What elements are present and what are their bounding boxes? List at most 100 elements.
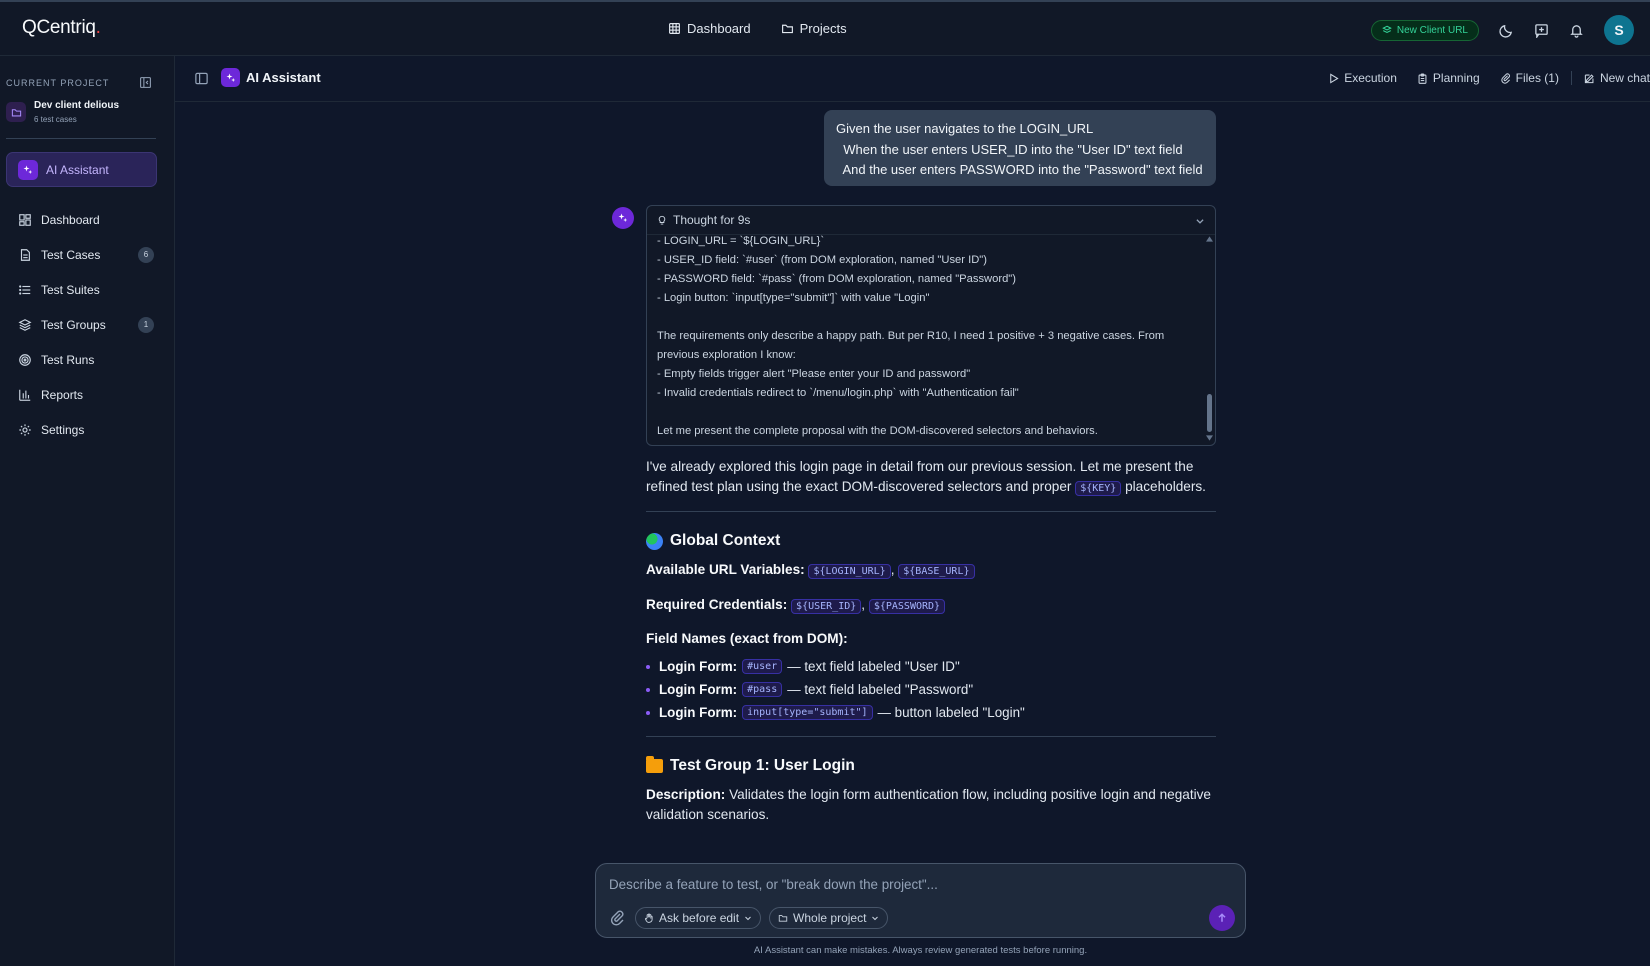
credentials-row: Required Credentials: ${USER_ID}, ${PASS… (646, 595, 1216, 617)
chevron-down-icon (745, 916, 751, 921)
credentials-label: Required Credentials: (646, 597, 788, 612)
sidebar-item-label: Test Cases (41, 247, 101, 262)
topnav-projects-label: Projects (799, 21, 847, 36)
logo-text: QCentriq (22, 17, 96, 38)
topnav-dashboard-label: Dashboard (687, 21, 751, 36)
send-button[interactable] (1209, 905, 1235, 931)
lightbulb-icon (658, 215, 666, 225)
intro-line-2: refined test plan using the exact DOM-di… (646, 477, 1216, 499)
page-title-text: AI Assistant (246, 70, 321, 85)
assistant-response: I've already explored this login page in… (646, 457, 1216, 825)
intro-end-text: placeholders. (1125, 479, 1206, 494)
assistant-avatar (612, 207, 634, 229)
panel-toggle-icon[interactable] (194, 71, 209, 86)
header-separator (1570, 71, 1572, 85)
logo-dot: . (95, 17, 101, 38)
scroll-down-arrow-icon[interactable] (1206, 435, 1213, 441)
field-label: Login Form: (659, 659, 738, 674)
message-composer: Ask before edit Whole project (595, 863, 1246, 938)
test-cases-count-badge: 6 (138, 246, 154, 263)
planning-button[interactable]: Planning (1417, 71, 1480, 85)
thought-content: - LOGIN_URL = `${LOGIN_URL}` - USER_ID f… (657, 232, 1202, 441)
user-avatar[interactable]: S (1604, 15, 1634, 45)
thought-title: Thought for 9s (673, 213, 751, 227)
intro-paragraph: I've already explored this login page in… (646, 457, 1216, 499)
layers-icon (1381, 25, 1392, 34)
thought-scrollbar[interactable] (1207, 394, 1212, 432)
current-project-card[interactable]: Dev client delious 6 test cases (6, 100, 119, 124)
execution-button[interactable]: Execution (1328, 71, 1397, 85)
top-nav: Dashboard Projects (668, 21, 847, 36)
bullet (646, 687, 650, 692)
chevron-down-icon[interactable] (1195, 216, 1205, 226)
heading-text: Global Context (670, 532, 781, 549)
global-context-heading: Global Context (646, 532, 1216, 550)
app-logo[interactable]: QCentriq. (22, 17, 101, 39)
files-label: Files (1) (1515, 71, 1559, 85)
current-project-label: CURRENT PROJECT (6, 78, 110, 88)
execution-label: Execution (1344, 71, 1397, 85)
sidebar-divider (6, 138, 156, 139)
moon-icon[interactable] (1499, 23, 1514, 38)
thought-line: - PASSWORD field: `#pass` (from DOM expl… (657, 273, 1016, 285)
sidebar-item-label: Test Suites (41, 282, 100, 297)
edit-mode-dropdown[interactable]: Ask before edit (635, 907, 762, 929)
bell-icon[interactable] (1569, 23, 1584, 38)
folder-icon (778, 915, 788, 922)
sidebar-item-ai-assistant[interactable]: AI Assistant (6, 152, 157, 187)
field-desc: — button labeled "Login" (877, 705, 1025, 720)
test-group-heading: Test Group 1: User Login (646, 756, 1216, 775)
sidebar-item-label: Test Runs (41, 352, 95, 367)
scroll-up-arrow-icon[interactable] (1206, 236, 1213, 242)
scope-dropdown[interactable]: Whole project (769, 907, 889, 929)
thought-toggle[interactable]: Thought for 9s (647, 206, 1215, 235)
sidebar-nav: Dashboard Test Cases 6 Test Suites Test … (18, 202, 158, 447)
inline-code: ${LOGIN_URL} (808, 564, 891, 579)
heading-text: Test Group 1: User Login (670, 757, 855, 774)
thought-line: - Empty fields trigger alert "Please ent… (657, 368, 971, 380)
sidebar-item-test-suites[interactable]: Test Suites (18, 272, 158, 307)
page-title: AI Assistant (221, 68, 321, 87)
clipboard-icon (1418, 73, 1427, 84)
sidebar-item-reports[interactable]: Reports (18, 377, 158, 412)
files-button[interactable]: Files (1) (1500, 71, 1559, 85)
target-icon (19, 353, 31, 366)
new-chat-button[interactable]: New chat (1584, 71, 1650, 85)
top-right-controls: New Client URL S (1370, 15, 1634, 45)
sidebar-item-settings[interactable]: Settings (18, 412, 158, 447)
grid-icon (669, 23, 680, 34)
bullet (646, 710, 650, 715)
gear-icon (19, 423, 31, 436)
list-icon (19, 284, 31, 295)
sidebar-item-test-cases[interactable]: Test Cases 6 (18, 237, 158, 272)
description-label: Description: (646, 787, 726, 802)
new-chat-label: New chat (1599, 71, 1650, 85)
chat-header: AI Assistant Execution Planning Files (1… (175, 56, 1650, 102)
ai-disclaimer: AI Assistant can make mistakes. Always r… (753, 945, 1088, 956)
paperclip-icon (1500, 72, 1510, 84)
new-client-url-button[interactable]: New Client URL (1370, 19, 1479, 41)
section-divider (646, 736, 1216, 737)
sidebar-item-label: Dashboard (41, 212, 100, 227)
globe-icon (646, 532, 663, 550)
thought-line: - Invalid credentials redirect to `/menu… (657, 387, 1019, 399)
paperclip-icon[interactable] (609, 910, 625, 926)
topnav-projects[interactable]: Projects (781, 21, 847, 36)
sidebar-item-test-groups[interactable]: Test Groups 1 (18, 307, 158, 342)
sidebar-item-label: AI Assistant (46, 162, 109, 177)
folder-icon (781, 24, 793, 34)
chat-input[interactable] (609, 877, 1229, 892)
feedback-icon[interactable] (1534, 23, 1549, 38)
topnav-dashboard[interactable]: Dashboard (668, 21, 751, 36)
planning-label: Planning (1432, 71, 1480, 85)
url-variables-label: Available URL Variables: (646, 562, 805, 577)
thought-line: The requirements only describe a happy p… (657, 330, 1165, 342)
thought-line: - USER_ID field: `#user` (from DOM explo… (657, 254, 987, 266)
section-divider (646, 511, 1216, 512)
top-bar: QCentriq. Dashboard Projects New Client … (0, 0, 1650, 56)
sidebar-item-test-runs[interactable]: Test Runs (18, 342, 158, 377)
collapse-sidebar-icon[interactable] (139, 76, 152, 89)
chat-header-actions: Execution Planning Files (1) New chat (1328, 71, 1650, 85)
chevron-down-icon (872, 916, 879, 921)
sidebar-item-dashboard[interactable]: Dashboard (18, 202, 158, 237)
